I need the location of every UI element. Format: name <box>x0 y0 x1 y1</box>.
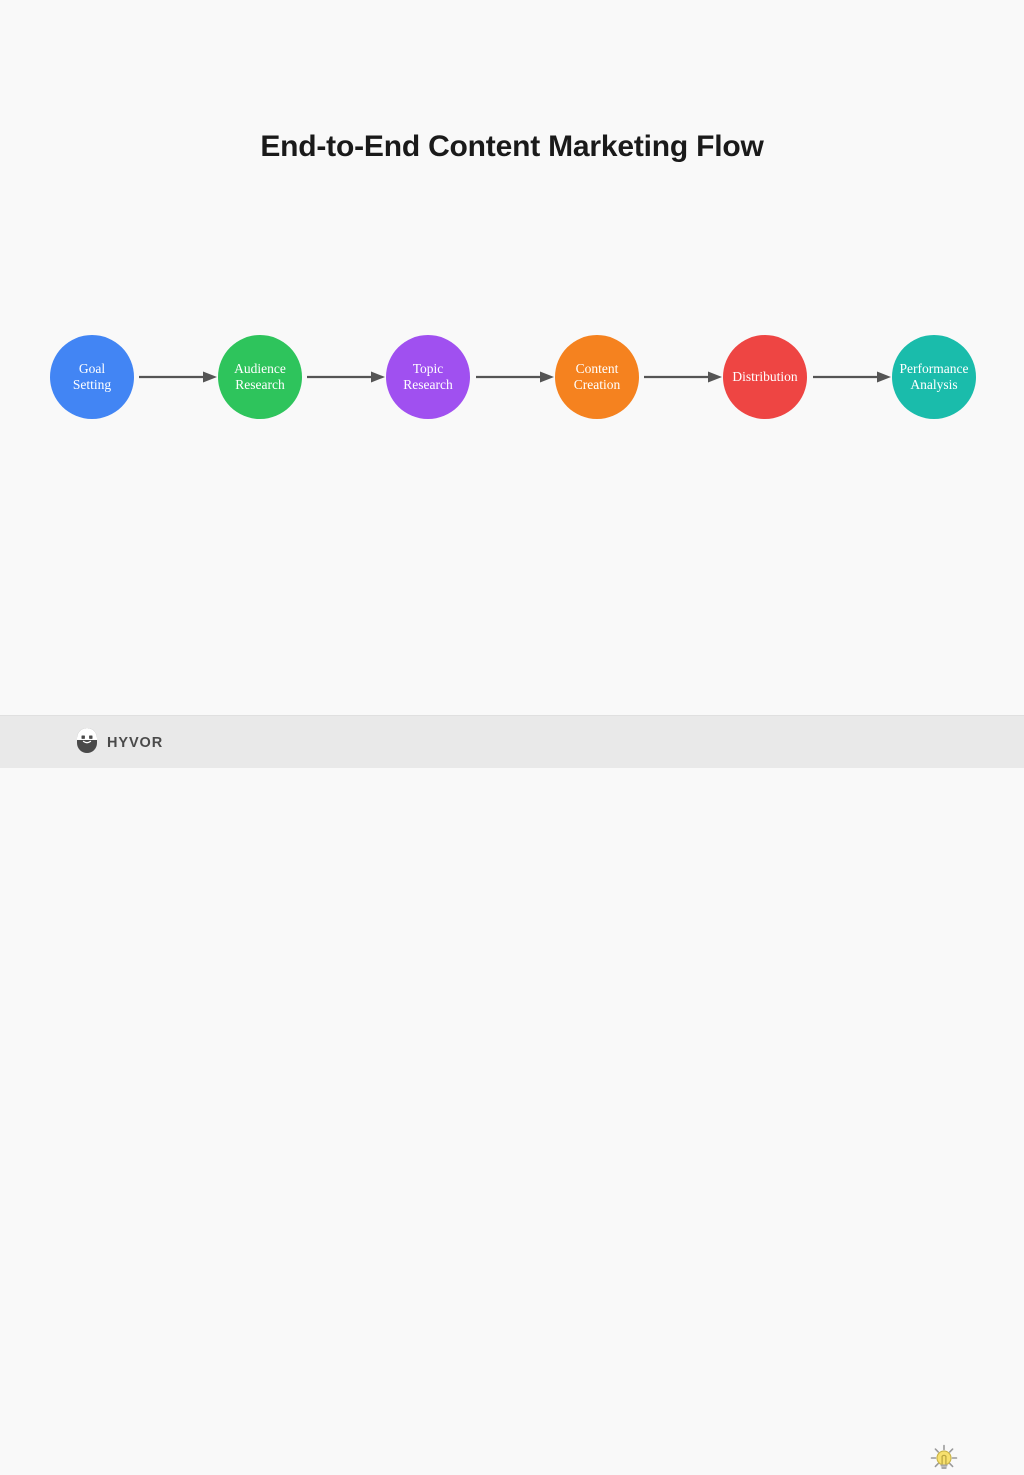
flow-arrow-goal-to-audience <box>139 370 217 384</box>
hyvor-brand-name: HYVOR <box>107 735 164 751</box>
flow-node-audience-research[interactable]: Audience Research <box>218 335 302 419</box>
flow-node-distribution[interactable]: Distribution <box>723 335 807 419</box>
flow-arrow-audience-to-topic <box>307 370 385 384</box>
flow-arrow-topic-to-content <box>476 370 554 384</box>
hyvor-robot-logo-icon <box>76 727 98 759</box>
flow-node-content-creation[interactable]: Content Creation <box>555 335 639 419</box>
footer-bar: HYVOR <box>0 715 1024 1469</box>
flow-node-label: Goal Setting <box>72 361 112 392</box>
hyvor-brand-link[interactable]: HYVOR <box>76 728 163 758</box>
flow-node-label: Content Creation <box>573 361 621 392</box>
flow-node-topic-research[interactable]: Topic Research <box>386 335 470 419</box>
lightbulb-icon[interactable] <box>928 1443 960 1475</box>
flow-diagram: Goal Setting Audience Research Topic Res… <box>0 335 1024 419</box>
diagram-canvas: End-to-End Content Marketing Flow Goal S… <box>0 0 1024 715</box>
flow-node-performance-analysis[interactable]: Performance Analysis <box>892 335 976 419</box>
flow-node-goal-setting[interactable]: Goal Setting <box>50 335 134 419</box>
page-title: End-to-End Content Marketing Flow <box>260 130 764 163</box>
flow-arrow-distribution-to-performance <box>813 370 891 384</box>
flow-node-label: Topic Research <box>403 361 453 392</box>
flow-node-label: Performance Analysis <box>899 361 969 392</box>
flow-arrow-content-to-distribution <box>644 370 722 384</box>
flow-node-label: Distribution <box>732 369 798 384</box>
flow-node-label: Audience Research <box>234 361 286 392</box>
